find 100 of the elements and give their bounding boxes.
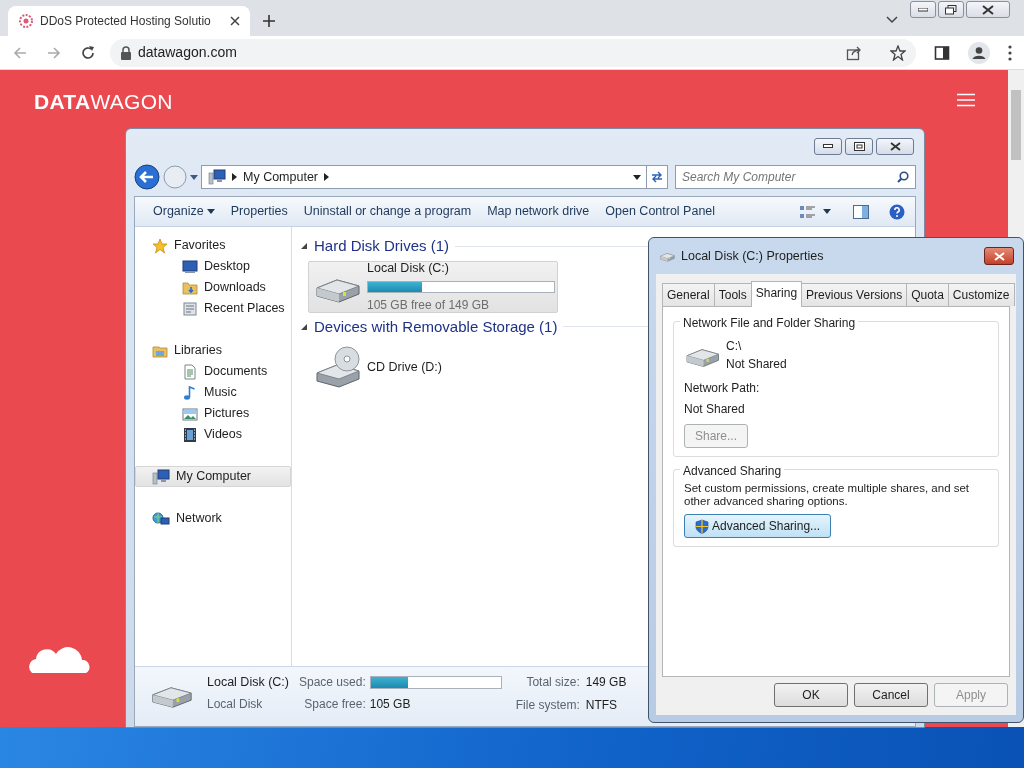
nav-item[interactable]: Music (135, 382, 291, 403)
dialog-button[interactable]: OK (774, 683, 848, 707)
field-label: Space used: (299, 674, 366, 691)
flower-favicon-icon (18, 13, 34, 29)
more-options-icon[interactable] (1008, 44, 1012, 61)
dialog-tab[interactable]: Previous Versions (801, 283, 908, 306)
dialog-tab[interactable]: General (662, 283, 715, 306)
side-panel-icon[interactable] (934, 44, 950, 61)
share-icon[interactable] (846, 44, 862, 61)
bookmark-star-icon[interactable] (890, 44, 906, 61)
refresh-button[interactable] (646, 165, 668, 189)
chevron-down-icon[interactable] (886, 15, 898, 24)
nav-item-label: Network (176, 510, 222, 528)
nav-item-label: Videos (204, 426, 242, 444)
nav-item[interactable]: Desktop (135, 256, 291, 277)
drive-icon (659, 250, 675, 262)
caret-icon[interactable] (823, 209, 831, 214)
toolbar-button[interactable]: Open Control Panel (597, 198, 724, 225)
drive-tile[interactable]: Local Disk (C:) 105 GB free of 149 GB (308, 260, 558, 313)
address-field[interactable]: My Computer (201, 165, 648, 189)
nav-item[interactable]: Videos (135, 424, 291, 445)
breadcrumb-arrow-icon[interactable] (324, 173, 330, 181)
profile-icon[interactable] (968, 41, 990, 64)
refresh-icon (650, 171, 664, 183)
search-box[interactable]: Search My Computer (675, 165, 916, 189)
description-text: Set custom permissions, create multiple shares, and set other advanced sharing options. (684, 482, 971, 509)
dialog-tab[interactable]: Quota (906, 283, 949, 306)
recent-places-icon (182, 300, 198, 317)
nav-item-label: Recent Places (204, 300, 285, 318)
share-path: C:\ (726, 338, 743, 355)
nav-item[interactable]: Libraries (135, 340, 291, 361)
preview-pane-icon[interactable] (853, 205, 869, 220)
shield-icon (695, 518, 709, 534)
minimize-icon (823, 144, 833, 148)
nav-item[interactable]: Recent Places (135, 298, 291, 319)
restore-button[interactable] (938, 1, 964, 18)
toolbar-button[interactable]: Uninstall or change a program (295, 198, 480, 225)
reload-icon[interactable] (80, 44, 96, 61)
advanced-sharing-button[interactable]: Advanced Sharing... (684, 514, 832, 539)
nav-item-label: Documents (204, 363, 268, 381)
group-heading: Hard Disk Drives (1) (314, 236, 449, 256)
nav-item[interactable]: Pictures (135, 403, 291, 424)
close-icon[interactable] (230, 16, 240, 26)
nav-item[interactable]: Downloads (135, 277, 291, 298)
close-icon (889, 141, 901, 151)
close-icon (982, 4, 994, 15)
nav-item-label: My Computer (176, 468, 252, 486)
breadcrumb-arrow-icon[interactable] (232, 173, 237, 181)
close-button[interactable] (966, 1, 1010, 18)
dialog-title: Local Disk (C:) Properties (681, 247, 825, 265)
document-icon (182, 363, 198, 380)
picture-icon (182, 405, 198, 422)
toolbar-button[interactable]: Map network drive (479, 198, 598, 225)
network-icon (152, 510, 170, 527)
toolbar-button[interactable]: Properties (222, 198, 296, 225)
share-status: Not Shared (726, 356, 787, 373)
field-value: NTFS (585, 697, 619, 714)
nav-item[interactable]: My Computer (135, 466, 291, 487)
nav-item-label: Favorites (174, 237, 226, 255)
nav-item[interactable]: Network (135, 508, 291, 529)
dialog-tab[interactable]: Tools (713, 283, 752, 306)
close-button[interactable] (876, 137, 914, 155)
dialog-tab[interactable]: Customize (947, 283, 1015, 306)
collapse-triangle-icon[interactable] (300, 241, 308, 252)
search-icon (897, 171, 909, 183)
cd-drive-icon (313, 345, 361, 389)
dialog-button[interactable]: Cancel (854, 683, 928, 707)
toolbar-button[interactable]: Organize (145, 198, 223, 225)
history-caret-icon[interactable] (190, 174, 198, 180)
group-heading: Devices with Removable Storage (1) (314, 316, 558, 337)
close-icon (993, 251, 1005, 261)
cloud-icon (26, 644, 90, 674)
tab-title: DDoS Protected Hosting Solutio (40, 13, 212, 30)
new-tab-plus-icon[interactable] (262, 13, 276, 28)
field-value: 149 GB (585, 674, 627, 691)
close-button[interactable] (984, 247, 1014, 265)
dialog-tab[interactable]: Sharing (750, 281, 803, 307)
help-icon[interactable] (889, 203, 905, 220)
nav-item-label: Desktop (204, 258, 250, 276)
browser-tab[interactable]: DDoS Protected Hosting Solutio (8, 6, 250, 36)
menu-icon[interactable] (957, 92, 975, 107)
lock-icon (120, 45, 132, 60)
free-space-text: 105 GB free of 149 GB (367, 296, 491, 314)
nav-item[interactable]: Favorites (135, 235, 291, 256)
desktop-icon (182, 258, 198, 275)
site-logo[interactable]: DATAWAGON (34, 86, 173, 118)
nav-item-label: Libraries (174, 342, 222, 360)
view-options-icon[interactable] (799, 203, 817, 220)
drive-tile[interactable]: CD Drive (D:) (308, 341, 558, 393)
music-note-icon (182, 384, 198, 401)
computer-icon (152, 468, 170, 485)
nav-item-label: Pictures (204, 405, 250, 423)
nav-item[interactable]: Documents (135, 361, 291, 382)
address-bar[interactable]: datawagon.com (110, 38, 916, 67)
back-button-icon[interactable] (134, 164, 160, 190)
drive-name: Local Disk (C:) (367, 260, 450, 278)
dropdown-caret-icon[interactable] (633, 174, 641, 180)
minimize-button[interactable] (814, 137, 842, 155)
search-field[interactable]: Search My Computer (682, 168, 897, 186)
maximize-button[interactable] (845, 137, 873, 155)
